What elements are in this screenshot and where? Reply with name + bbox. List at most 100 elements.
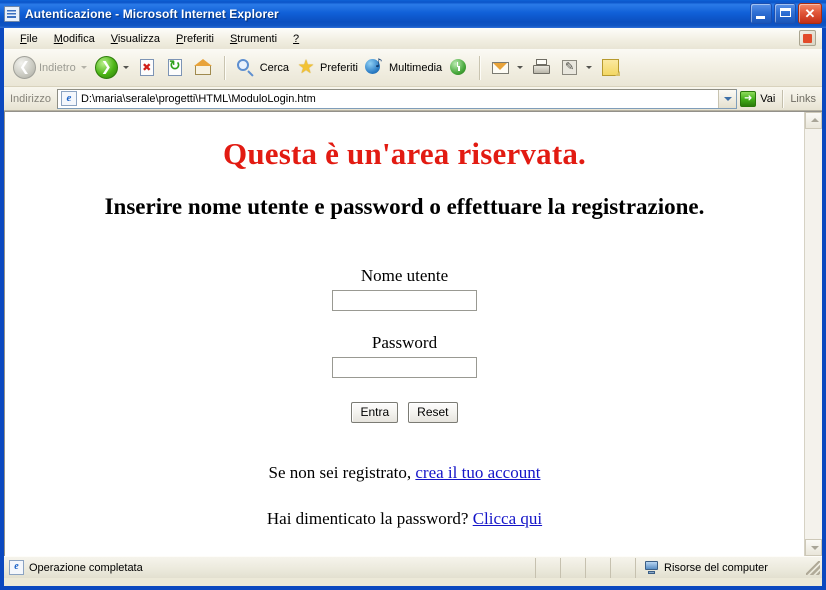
maximize-button[interactable] bbox=[774, 3, 796, 24]
search-label: Cerca bbox=[259, 61, 290, 74]
status-pane-2 bbox=[561, 557, 586, 578]
star-icon: ★ bbox=[297, 56, 315, 78]
forward-button[interactable]: ❯ bbox=[92, 52, 134, 84]
register-text: Se non sei registrato, bbox=[268, 463, 412, 482]
favorites-button[interactable]: ★ Preferiti bbox=[292, 52, 361, 84]
forward-dropdown-icon[interactable] bbox=[122, 66, 129, 69]
minimize-button[interactable] bbox=[750, 3, 772, 24]
form-buttons: Entra Reset bbox=[5, 402, 804, 423]
mail-dropdown-icon[interactable] bbox=[517, 66, 524, 69]
security-zone-label: Risorse del computer bbox=[664, 561, 768, 574]
back-button[interactable]: ❮ Indietro bbox=[10, 52, 92, 84]
home-button[interactable] bbox=[190, 52, 218, 84]
vertical-scrollbar[interactable] bbox=[804, 112, 822, 556]
forward-arrow-icon: ❯ bbox=[94, 56, 118, 79]
status-message-pane: Operazione completata bbox=[4, 557, 536, 578]
favorites-label: Preferiti bbox=[320, 61, 358, 74]
edit-dropdown-icon[interactable] bbox=[586, 66, 593, 69]
username-label: Nome utente bbox=[360, 266, 449, 285]
go-label: Vai bbox=[760, 92, 776, 105]
window-controls: ✕ bbox=[750, 3, 822, 24]
history-button[interactable] bbox=[445, 52, 473, 84]
page-content: Questa è un'area riservata. Inserire nom… bbox=[5, 112, 804, 556]
scroll-down-icon[interactable] bbox=[805, 539, 822, 556]
window-frame: File Modifica Visualizza Preferiti Strum… bbox=[0, 28, 826, 590]
menu-preferiti[interactable]: Preferiti bbox=[168, 31, 222, 47]
browser-window: Autenticazione - Microsoft Internet Expl… bbox=[0, 0, 826, 590]
print-button[interactable] bbox=[528, 52, 556, 84]
status-message: Operazione completata bbox=[29, 561, 143, 574]
address-dropdown-icon[interactable] bbox=[718, 89, 737, 108]
security-zone-pane: Risorse del computer bbox=[636, 558, 806, 578]
mail-icon bbox=[490, 57, 512, 78]
toolbar: ❮ Indietro ❯ Cerca ★ bbox=[4, 49, 822, 87]
forgot-password-link[interactable]: Clicca qui bbox=[473, 509, 542, 528]
back-arrow-icon: ❮ bbox=[13, 56, 36, 79]
multimedia-button[interactable]: Multimedia bbox=[361, 52, 445, 84]
notes-icon bbox=[600, 57, 622, 78]
status-pane-4 bbox=[611, 557, 636, 578]
scroll-up-icon[interactable] bbox=[805, 112, 822, 129]
history-icon bbox=[448, 57, 470, 78]
form-gap bbox=[5, 311, 804, 333]
forgot-text: Hai dimenticato la password? bbox=[266, 509, 469, 528]
window-title: Autenticazione - Microsoft Internet Expl… bbox=[25, 7, 279, 21]
status-pane-1 bbox=[536, 557, 561, 578]
ie-logo-icon bbox=[799, 30, 816, 46]
menu-file[interactable]: File bbox=[12, 31, 46, 47]
menu-bar: File Modifica Visualizza Preferiti Strum… bbox=[4, 28, 822, 49]
close-button[interactable]: ✕ bbox=[798, 3, 822, 24]
page-icon bbox=[60, 91, 77, 106]
toolbar-separator-1 bbox=[223, 55, 226, 80]
status-pane-3 bbox=[586, 557, 611, 578]
toolbar-separator-2 bbox=[479, 55, 482, 80]
username-input[interactable] bbox=[332, 290, 477, 311]
menu-help[interactable]: ? bbox=[285, 31, 307, 47]
address-value: D:\maria\serale\progetti\HTML\ModuloLogi… bbox=[80, 92, 316, 105]
edit-button[interactable] bbox=[556, 52, 597, 84]
refresh-button[interactable] bbox=[162, 52, 190, 84]
multimedia-icon bbox=[364, 56, 386, 78]
edit-icon bbox=[559, 57, 581, 78]
multimedia-label: Multimedia bbox=[388, 61, 443, 74]
search-button[interactable]: Cerca bbox=[232, 52, 292, 84]
resize-grip[interactable] bbox=[806, 560, 820, 575]
address-label: Indirizzo bbox=[10, 92, 51, 105]
stop-icon bbox=[137, 57, 159, 78]
login-form: Nome utente Password Entra Reset bbox=[5, 266, 804, 423]
page-subtitle: Inserire nome utente e password o effett… bbox=[104, 194, 705, 219]
page-viewport: Questa è un'area riservata. Inserire nom… bbox=[4, 111, 822, 556]
password-input[interactable] bbox=[332, 357, 477, 378]
links-separator bbox=[782, 89, 785, 108]
menu-strumenti[interactable]: Strumenti bbox=[222, 31, 285, 47]
close-icon: ✕ bbox=[804, 6, 816, 21]
stop-button[interactable] bbox=[134, 52, 162, 84]
reset-button[interactable]: Reset bbox=[408, 402, 458, 423]
refresh-icon bbox=[165, 57, 187, 78]
status-page-icon bbox=[9, 560, 24, 575]
mail-button[interactable] bbox=[487, 52, 528, 84]
page-title: Questa è un'area riservata. bbox=[223, 136, 586, 171]
back-dropdown-icon[interactable] bbox=[80, 66, 87, 69]
notes-button[interactable] bbox=[597, 52, 625, 84]
go-arrow-icon bbox=[740, 90, 757, 107]
search-icon bbox=[235, 57, 257, 78]
register-line: Se non sei registrato, crea il tuo accou… bbox=[5, 463, 804, 483]
ie-document-icon bbox=[4, 6, 20, 22]
forgot-line: Hai dimenticato la password? Clicca qui bbox=[5, 509, 804, 529]
print-icon bbox=[531, 57, 553, 78]
go-button[interactable]: Vai bbox=[737, 89, 780, 109]
menu-visualizza[interactable]: Visualizza bbox=[103, 31, 168, 47]
title-bar[interactable]: Autenticazione - Microsoft Internet Expl… bbox=[0, 0, 826, 28]
create-account-link[interactable]: crea il tuo account bbox=[415, 463, 540, 482]
menu-modifica[interactable]: Modifica bbox=[46, 31, 103, 47]
password-label: Password bbox=[371, 333, 438, 352]
home-icon bbox=[193, 57, 215, 78]
computer-icon bbox=[644, 561, 659, 574]
status-bar: Operazione completata Risorse del comput… bbox=[4, 556, 822, 578]
back-label: Indietro bbox=[39, 61, 76, 74]
submit-button[interactable]: Entra bbox=[351, 402, 399, 423]
address-input[interactable]: D:\maria\serale\progetti\HTML\ModuloLogi… bbox=[56, 88, 738, 109]
links-label[interactable]: Links bbox=[790, 93, 816, 105]
address-bar: Indirizzo D:\maria\serale\progetti\HTML\… bbox=[4, 87, 822, 111]
